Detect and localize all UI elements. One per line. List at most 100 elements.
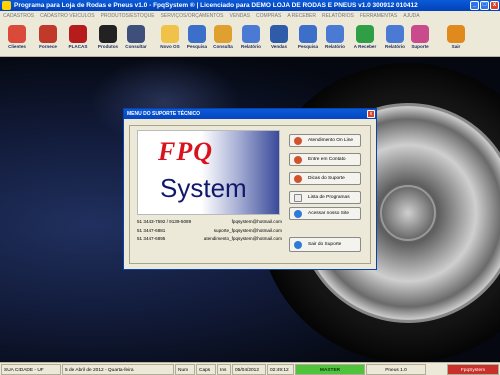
online-support-button[interactable]: Atendimento On Line xyxy=(289,134,361,147)
toolbar-button-label: Relatório xyxy=(325,44,345,49)
contact-phone: 51 3443-7592 / 9139-5089 xyxy=(137,219,192,224)
folder-icon xyxy=(214,25,232,43)
contact-row: 51 3447-6881 suporte_fpqsystem@hotmail.c… xyxy=(137,227,282,236)
tips-icon xyxy=(294,175,302,183)
search-doc-icon xyxy=(299,25,317,43)
status-location: SUA CIDADE - UF xyxy=(1,364,61,375)
chat-icon xyxy=(294,137,302,145)
exit-support-button[interactable]: Sair do Suporte xyxy=(289,237,361,252)
list-icon xyxy=(127,25,145,43)
contact-phone: 51 3447-6895 xyxy=(137,236,166,241)
button-label: Sair do Suporte xyxy=(308,242,342,247)
status-date: 05/04/2012 xyxy=(232,364,266,375)
support-dialog: MENU DO SUPORTE TÉCNICO x FPQ System 51 … xyxy=(123,108,377,270)
car-icon xyxy=(69,25,87,43)
toolbar-button-label: Vendas xyxy=(270,44,288,49)
toolbar-button-relat-rio[interactable]: Relatório xyxy=(320,23,350,55)
title-bar: Programa para Loja de Rodas e Pneus v1.0… xyxy=(0,0,500,11)
menu-cadastro-veiculos[interactable]: CADASTRO VEICULOS xyxy=(40,11,94,21)
menu-cadastros[interactable]: CADASTROS xyxy=(3,11,34,21)
status-version: Pneus 1.0 xyxy=(366,364,426,375)
report-icon xyxy=(242,25,260,43)
toolbar-button-fornece[interactable]: Fornece xyxy=(33,23,63,55)
toolbar-button-label: Produtos xyxy=(97,44,119,49)
button-label: Dicas do Suporte xyxy=(308,176,345,181)
report-icon xyxy=(386,25,404,43)
visit-site-button[interactable]: Acessar nosso Site xyxy=(289,207,361,220)
toolbar: Clientes Fornece PLACAS Produtos Consultar No… xyxy=(0,21,500,57)
toolbar-button-consultar[interactable]: Consultar xyxy=(121,23,151,55)
support-icon xyxy=(411,25,429,43)
menu-relatorios[interactable]: RELATÓRIOS xyxy=(322,11,354,21)
support-tips-button[interactable]: Dicas do Suporte xyxy=(289,172,361,185)
menu-servicos-orcamentos[interactable]: SERVIÇOS/ORÇAMENTOS xyxy=(161,11,224,21)
status-bar: SUA CIDADE - UF 5 de Abril de 2012 - Qua… xyxy=(0,362,500,375)
status-ins: Ins xyxy=(217,364,231,375)
toolbar-button-label: A Receber xyxy=(353,44,377,49)
toolbar-button-relat-rio[interactable]: Relatório xyxy=(236,23,266,55)
contact-list: 51 3443-7592 / 9139-5089 fpqsystem@hotma… xyxy=(137,218,282,244)
toolbar-button-suporte[interactable]: Suporte xyxy=(405,23,435,55)
wheel-hub-graphic xyxy=(380,185,436,241)
window-title: Programa para Loja de Rodas e Pneus v1.0… xyxy=(14,2,418,9)
globe-icon xyxy=(294,210,302,218)
toolbar-button-consulta[interactable]: Consulta xyxy=(208,23,238,55)
contact-phone: 51 3447-6881 xyxy=(137,227,166,233)
toolbar-button-produtos[interactable]: Produtos xyxy=(93,23,123,55)
supplier-icon xyxy=(39,25,57,43)
toolbar-button-label: Clientes xyxy=(8,44,26,49)
menu-vendas[interactable]: VENDAS xyxy=(229,11,250,21)
toolbar-button-label: Novo OS xyxy=(160,44,180,49)
status-num: Num xyxy=(175,364,195,375)
menu-produtos-estoque[interactable]: PRODUTOS/ESTOQUE xyxy=(101,11,155,21)
toolbar-button-novo-os[interactable]: Novo OS xyxy=(155,23,185,55)
toolbar-button-vendas[interactable]: Vendas xyxy=(264,23,294,55)
toolbar-button-label: Relatório xyxy=(241,44,261,49)
status-caps: Caps xyxy=(196,364,216,375)
toolbar-button-label: Pesquisa xyxy=(297,44,319,49)
contact-icon xyxy=(294,156,302,164)
fpqsystem-logo: FPQ System xyxy=(137,130,280,215)
exit-icon xyxy=(447,25,465,43)
toolbar-button-a-receber[interactable]: A Receber xyxy=(350,23,380,55)
status-mode-badge: MASTER xyxy=(295,364,365,375)
toolbar-button-label: Sair xyxy=(451,44,461,49)
search-doc-icon xyxy=(188,25,206,43)
contact-email: suporte_fpqsystem@hotmail.com xyxy=(213,227,282,233)
dialog-close-button[interactable]: x xyxy=(367,110,375,118)
menu-ajuda[interactable]: AJUDA xyxy=(403,11,419,21)
program-list-button[interactable]: Lista de Programas xyxy=(289,191,361,204)
menu-ferramentas[interactable]: FERRAMENTAS xyxy=(360,11,397,21)
menu-a-receber[interactable]: A RECEBER xyxy=(287,11,316,21)
money-icon xyxy=(356,25,374,43)
toolbar-button-label: PLACAS xyxy=(68,44,88,49)
contact-email: atendimento_fpqsystem@hotmail.com xyxy=(203,236,282,241)
toolbar-button-clientes[interactable]: Clientes xyxy=(2,23,32,55)
menu-compras[interactable]: COMPRAS xyxy=(256,11,281,21)
toolbar-button-label: Fornece xyxy=(39,44,57,49)
contact-us-button[interactable]: Entre em Contato xyxy=(289,153,361,166)
contact-email: fpqsystem@hotmail.com xyxy=(231,219,282,224)
status-date-long: 5 de Abril de 2012 - Quarta-feira xyxy=(62,364,174,375)
toolbar-button-pesquisa[interactable]: Pesquisa xyxy=(293,23,323,55)
contact-row: 51 3443-7592 / 9139-5089 fpqsystem@hotma… xyxy=(137,218,282,227)
menu-bar: CADASTROS CADASTRO VEICULOS PRODUTOS/EST… xyxy=(0,11,500,21)
maximize-button[interactable]: □ xyxy=(480,1,489,10)
button-label: Atendimento On Line xyxy=(308,138,354,143)
status-brand: FpqSystem xyxy=(447,364,499,375)
toolbar-button-placas[interactable]: PLACAS xyxy=(63,23,93,55)
toolbar-button-label: Suporte xyxy=(411,44,429,49)
close-button[interactable]: x xyxy=(490,1,499,10)
dialog-title: MENU DO SUPORTE TÉCNICO xyxy=(124,109,376,119)
toolbar-button-sair[interactable]: Sair xyxy=(441,23,471,55)
tire-icon xyxy=(99,25,117,43)
checklist-icon xyxy=(161,25,179,43)
person-icon xyxy=(8,25,26,43)
toolbar-button-label: Consulta xyxy=(213,44,233,49)
logo-fpq-text: FPQ xyxy=(158,137,213,166)
toolbar-button-label: Consultar xyxy=(125,44,147,49)
button-label: Acessar nosso Site xyxy=(308,211,350,216)
contact-row: 51 3447-6895 atendimento_fpqsystem@hotma… xyxy=(137,235,282,244)
document-icon xyxy=(294,194,302,202)
minimize-button[interactable]: _ xyxy=(470,1,479,10)
